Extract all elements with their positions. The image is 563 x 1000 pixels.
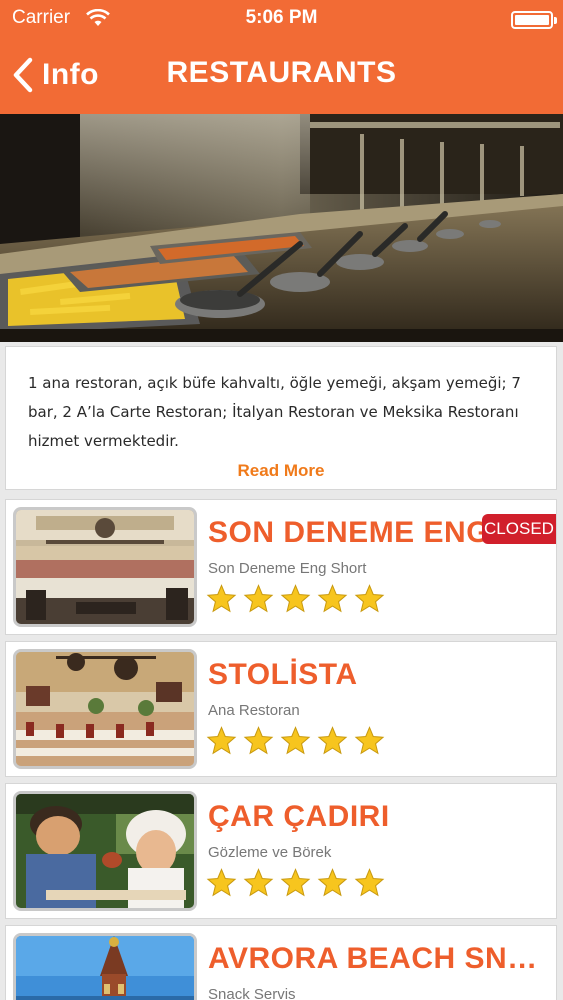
clock-time: 5:06 PM	[245, 7, 318, 28]
star-rating	[206, 584, 391, 614]
page-title: RESTAURANTS	[166, 56, 397, 89]
star-icon	[280, 584, 311, 613]
restaurant-name: ÇAR ÇADIRI	[208, 800, 390, 833]
restaurant-subtitle: Snack Servis	[208, 986, 296, 1000]
restaurant-name: SON DENEME ENG	[208, 516, 491, 549]
hero-image-buffet	[0, 114, 563, 342]
star-icon	[243, 868, 274, 897]
battery-icon	[511, 11, 557, 29]
status-bar: Carrier 5:06 PM	[0, 0, 563, 40]
star-icon	[317, 868, 348, 897]
star-icon	[206, 868, 237, 897]
top-bar: Carrier 5:06 PM Info RESTAURANTS	[0, 0, 563, 114]
star-icon	[280, 726, 311, 755]
restaurant-subtitle: Gözleme ve Börek	[208, 844, 332, 861]
star-icon	[317, 726, 348, 755]
star-icon	[280, 868, 311, 897]
star-icon	[354, 868, 385, 897]
info-card: 1 ana restoran, açık büfe kahvaltı, öğle…	[5, 346, 557, 490]
restaurant-item[interactable]: SON DENEME ENG Son Deneme Eng Short CLOS…	[5, 499, 557, 635]
restaurant-thumbnail	[13, 933, 197, 1000]
star-icon	[206, 584, 237, 613]
star-icon	[243, 726, 274, 755]
read-more-link[interactable]: Read More	[6, 461, 556, 481]
restaurant-thumbnail	[13, 507, 197, 627]
navigation-bar: Info RESTAURANTS	[0, 42, 563, 108]
star-icon	[354, 584, 385, 613]
star-icon	[354, 726, 385, 755]
star-icon	[317, 584, 348, 613]
restaurant-item[interactable]: STOLİSTA Ana Restoran	[5, 641, 557, 777]
star-icon	[206, 726, 237, 755]
restaurant-name: STOLİSTA	[208, 658, 358, 691]
restaurant-name: AVRORA BEACH SN…	[208, 942, 538, 975]
restaurant-subtitle: Son Deneme Eng Short	[208, 560, 367, 577]
star-rating	[206, 868, 391, 898]
star-icon	[243, 584, 274, 613]
info-description: 1 ana restoran, açık büfe kahvaltı, öğle…	[28, 374, 521, 450]
restaurant-thumbnail	[13, 649, 197, 769]
restaurant-item[interactable]: ÇAR ÇADIRI Gözleme ve Börek	[5, 783, 557, 919]
star-rating	[206, 726, 391, 756]
restaurant-thumbnail	[13, 791, 197, 911]
closed-badge: CLOSED	[482, 514, 556, 544]
restaurant-subtitle: Ana Restoran	[208, 702, 300, 719]
restaurant-item[interactable]: AVRORA BEACH SN… Snack Servis	[5, 925, 557, 1000]
